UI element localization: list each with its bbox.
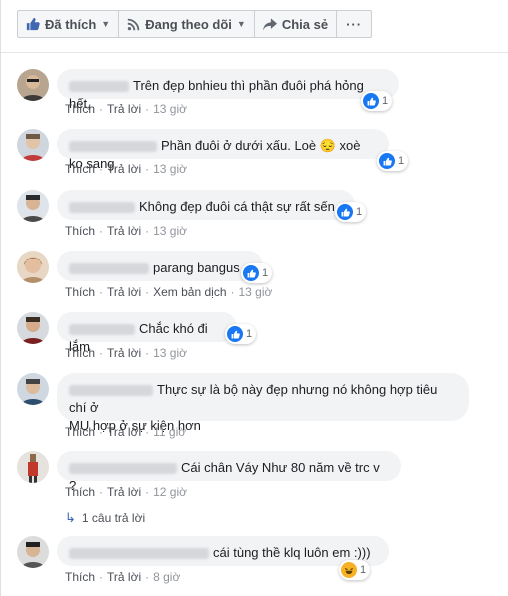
- reaction-count[interactable]: 1: [377, 151, 409, 171]
- reaction-count[interactable]: 1: [361, 91, 393, 111]
- like-link[interactable]: Thích: [65, 102, 95, 116]
- reaction-count[interactable]: 1: [339, 560, 371, 580]
- share-arrow-icon: [262, 17, 277, 31]
- comment-text: cái tùng thề klq luôn em :))): [213, 545, 371, 560]
- reply-link[interactable]: Trả lời: [107, 285, 141, 299]
- comment-actions: Thích · Trả lời · Xem bản dịch · 13 giờ: [65, 285, 273, 299]
- haha-reaction-icon: [341, 562, 357, 578]
- comment-text: parang bangus: [153, 260, 240, 275]
- commenter-name[interactable]: [69, 463, 177, 475]
- like-reaction-icon: [243, 265, 259, 281]
- chevron-down-icon: ▼: [101, 19, 111, 29]
- liked-button[interactable]: Đã thích ▼: [17, 10, 120, 38]
- comment-bubble: Phần đuôi ở dưới xấu. Loè 😔 xoè ko sang: [57, 129, 389, 171]
- timestamp[interactable]: 13 giờ: [239, 285, 273, 299]
- action-button-group: Đã thích ▼ Đang theo dõi ▼ Chia sẻ ···: [17, 10, 373, 38]
- commenter-name[interactable]: [69, 141, 157, 153]
- comment-actions: Thích · Trả lời · 11 giờ: [65, 425, 187, 439]
- reply-link[interactable]: Trả lời: [107, 162, 141, 176]
- timestamp[interactable]: 12 giờ: [153, 485, 187, 499]
- see-translation-link[interactable]: Xem bản dịch: [153, 285, 226, 299]
- reaction-count[interactable]: 1: [225, 324, 257, 344]
- commenter-name[interactable]: [69, 385, 153, 397]
- comment-bubble: Thực sự là bộ này đẹp nhưng nó không hợp…: [57, 373, 469, 433]
- avatar[interactable]: [17, 451, 49, 483]
- like-reaction-icon: [379, 153, 395, 169]
- liked-button-label: Đã thích: [45, 16, 97, 32]
- avatar[interactable]: [17, 190, 49, 222]
- like-link[interactable]: Thích: [65, 224, 95, 238]
- post-action-bar: Đã thích ▼ Đang theo dõi ▼ Chia sẻ ···: [1, 0, 508, 53]
- more-icon: ···: [346, 16, 363, 32]
- comment-actions: Thích · Trả lời · 12 giờ: [65, 485, 187, 499]
- commenter-name[interactable]: [69, 324, 135, 336]
- commenter-name[interactable]: [69, 548, 209, 560]
- avatar[interactable]: [17, 69, 49, 101]
- comment-actions: Thích · Trả lời · 8 giờ: [65, 570, 181, 584]
- reply-link[interactable]: Trả lời: [107, 224, 141, 238]
- avatar[interactable]: [17, 129, 49, 161]
- comment-actions: Thích · Trả lời · 13 giờ: [65, 346, 187, 360]
- like-link[interactable]: Thích: [65, 570, 95, 584]
- comment-actions: Thích · Trả lời · 13 giờ: [65, 162, 187, 176]
- reply-link[interactable]: Trả lời: [107, 102, 141, 116]
- reaction-count[interactable]: 1: [241, 263, 273, 283]
- following-button-label: Đang theo dõi: [145, 16, 232, 32]
- timestamp[interactable]: 13 giờ: [153, 102, 187, 116]
- commenter-name[interactable]: [69, 202, 135, 214]
- comment-bubble: Không đẹp đuôi cá thật sự rất sến: [57, 190, 355, 220]
- timestamp[interactable]: 13 giờ: [153, 162, 187, 176]
- share-button[interactable]: Chia sẻ: [253, 10, 338, 38]
- view-replies-link[interactable]: ↳ 1 câu trả lời: [65, 510, 145, 526]
- avatar[interactable]: [17, 373, 49, 405]
- like-link[interactable]: Thích: [65, 285, 95, 299]
- share-button-label: Chia sẻ: [281, 16, 329, 32]
- comment-actions: Thích · Trả lời · 13 giờ: [65, 224, 187, 238]
- timestamp[interactable]: 8 giờ: [153, 570, 180, 584]
- like-link[interactable]: Thích: [65, 346, 95, 360]
- comment-actions: Thích · Trả lời · 13 giờ: [65, 102, 187, 116]
- like-reaction-icon: [337, 204, 353, 220]
- following-button[interactable]: Đang theo dõi ▼: [118, 10, 255, 38]
- timestamp[interactable]: 11 giờ: [153, 425, 186, 439]
- timestamp[interactable]: 13 giờ: [153, 346, 187, 360]
- timestamp[interactable]: 13 giờ: [153, 224, 187, 238]
- rss-icon: [127, 18, 140, 30]
- like-reaction-icon: [363, 93, 379, 109]
- reply-link[interactable]: Trả lời: [107, 570, 141, 584]
- avatar[interactable]: [17, 536, 49, 568]
- like-link[interactable]: Thích: [65, 425, 95, 439]
- commenter-name[interactable]: [69, 81, 129, 93]
- avatar[interactable]: [17, 251, 49, 283]
- comment-bubble: Chắc khó đi lắm: [57, 312, 237, 354]
- like-reaction-icon: [227, 326, 243, 342]
- commenter-name[interactable]: [69, 263, 149, 275]
- comments-panel: Đã thích ▼ Đang theo dõi ▼ Chia sẻ ··· T…: [0, 0, 508, 596]
- reply-link[interactable]: Trả lời: [107, 346, 141, 360]
- comment-bubble: parang bangus: [57, 251, 263, 281]
- comment-bubble: Trên đẹp bnhieu thì phần đuôi phá hỏng h…: [57, 69, 399, 111]
- chevron-down-icon: ▼: [236, 19, 246, 29]
- avatar[interactable]: [17, 312, 49, 344]
- like-link[interactable]: Thích: [65, 162, 95, 176]
- more-options-button[interactable]: ···: [336, 10, 373, 38]
- comment-text: Không đẹp đuôi cá thật sự rất sến: [139, 199, 335, 214]
- reply-link[interactable]: Trả lời: [107, 485, 141, 499]
- thumbs-up-icon: [26, 17, 40, 31]
- comment-bubble: cái tùng thề klq luôn em :))): [57, 536, 389, 566]
- reply-arrow-icon: ↳: [65, 510, 76, 525]
- comment-bubble: Cái chân Váy Như 80 năm về trc v ?: [57, 451, 401, 493]
- like-link[interactable]: Thích: [65, 485, 95, 499]
- reaction-count[interactable]: 1: [335, 202, 367, 222]
- reply-link[interactable]: Trả lời: [107, 425, 141, 439]
